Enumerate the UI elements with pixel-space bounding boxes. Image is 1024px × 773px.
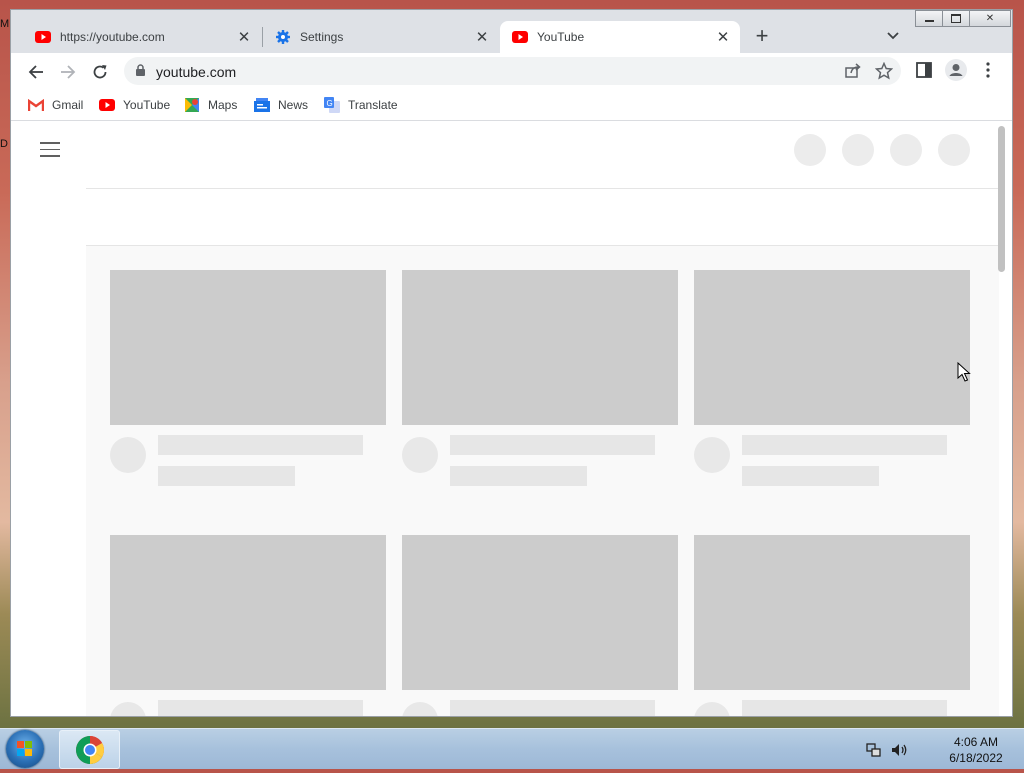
desktop-icon-label[interactable]: D <box>0 138 8 150</box>
video-thumbnail-placeholder <box>110 270 386 425</box>
youtube-icon <box>99 97 115 113</box>
browser-toolbar: youtube.com <box>11 53 1012 89</box>
bookmark-news[interactable]: News <box>254 97 308 113</box>
lock-icon[interactable] <box>135 64 146 82</box>
mouse-cursor-icon <box>957 361 971 387</box>
close-icon[interactable]: ✕ <box>235 28 253 46</box>
header-divider <box>86 188 999 189</box>
share-icon[interactable] <box>844 62 862 85</box>
bookmark-label: Maps <box>208 98 238 112</box>
title-placeholder <box>742 700 947 716</box>
window-controls: ✕ <box>915 10 1011 28</box>
bookmark-label: YouTube <box>123 98 171 112</box>
reload-button[interactable] <box>88 60 112 84</box>
channel-avatar-placeholder <box>110 437 146 473</box>
volume-icon[interactable] <box>891 742 909 763</box>
maximize-button[interactable] <box>942 10 970 27</box>
tab-title: https://youtube.com <box>60 30 165 44</box>
bookmark-translate[interactable]: G Translate <box>324 97 398 113</box>
bookmark-maps[interactable]: Maps <box>184 97 237 113</box>
maps-icon <box>184 97 200 113</box>
title-placeholder <box>450 700 655 716</box>
header-placeholder-circle <box>794 134 826 166</box>
hamburger-menu-icon[interactable] <box>40 142 60 157</box>
start-button[interactable] <box>6 730 44 768</box>
bookmark-gmail[interactable]: Gmail <box>28 97 83 113</box>
meta-placeholder <box>742 466 879 486</box>
channel-avatar-placeholder <box>402 437 438 473</box>
title-placeholder <box>742 435 947 455</box>
video-thumbnail-placeholder <box>694 270 970 425</box>
chevron-down-icon[interactable] <box>883 26 903 46</box>
bookmark-label: Translate <box>348 98 398 112</box>
close-icon[interactable]: ✕ <box>473 28 491 46</box>
close-icon[interactable]: ✕ <box>714 28 732 46</box>
bookmark-youtube[interactable]: YouTube <box>99 97 170 113</box>
star-icon[interactable] <box>874 61 894 85</box>
title-placeholder <box>450 435 655 455</box>
gmail-icon <box>28 97 44 113</box>
bookmark-label: Gmail <box>52 98 84 112</box>
translate-icon: G <box>324 97 340 113</box>
tab-settings[interactable]: Settings ✕ <box>263 21 499 53</box>
video-thumbnail-placeholder <box>402 535 678 690</box>
desktop-icon-label[interactable]: M <box>0 18 9 30</box>
menu-dots-icon[interactable] <box>983 62 993 83</box>
taskbar-chrome-button[interactable] <box>59 730 120 769</box>
chrome-icon <box>75 735 104 764</box>
youtube-icon <box>35 29 51 45</box>
reload-icon <box>93 65 107 79</box>
network-icon[interactable] <box>866 742 882 763</box>
arrow-left-icon <box>28 65 43 79</box>
clock-date: 6/18/2022 <box>949 751 1003 765</box>
address-bar[interactable]: youtube.com <box>124 57 901 85</box>
video-thumbnail-placeholder <box>402 270 678 425</box>
meta-placeholder <box>158 466 295 486</box>
tab-youtube[interactable]: YouTube ✕ <box>500 21 740 53</box>
url-text[interactable]: youtube.com <box>156 64 236 80</box>
header-placeholder-circle <box>890 134 922 166</box>
video-thumbnail-placeholder <box>110 535 386 690</box>
title-placeholder <box>158 700 363 716</box>
arrow-right-icon <box>61 65 76 79</box>
tab-title: YouTube <box>537 30 585 44</box>
meta-placeholder <box>450 466 587 486</box>
system-clock[interactable]: 4:06 AM 6/18/2022 <box>936 734 1016 766</box>
forward-button[interactable] <box>56 60 80 84</box>
video-thumbnail-placeholder <box>694 535 970 690</box>
taskbar: 4:06 AM 6/18/2022 <box>0 728 1024 769</box>
new-tab-button[interactable]: + <box>750 25 774 48</box>
clock-time: 4:06 AM <box>953 735 999 749</box>
back-button[interactable] <box>24 60 48 84</box>
window-close-button[interactable]: ✕ <box>969 10 1011 27</box>
news-icon <box>254 97 270 113</box>
minimize-button[interactable] <box>915 10 943 27</box>
title-placeholder <box>158 435 363 455</box>
gear-icon <box>275 29 291 45</box>
youtube-icon <box>512 29 528 45</box>
header-placeholder-circle <box>842 134 874 166</box>
side-panel-icon[interactable] <box>915 61 933 84</box>
page-content <box>11 121 1012 716</box>
profile-icon[interactable] <box>945 59 967 86</box>
tab-youtube-url[interactable]: https://youtube.com ✕ <box>23 21 261 53</box>
tab-strip: https://youtube.com ✕ Settings ✕ YouTube… <box>11 10 1012 53</box>
header-placeholder-circle <box>938 134 970 166</box>
windows-logo-icon <box>17 741 32 756</box>
channel-avatar-placeholder <box>694 437 730 473</box>
tab-title: Settings <box>300 30 344 44</box>
svg-text:G: G <box>327 99 333 108</box>
browser-window: https://youtube.com ✕ Settings ✕ YouTube… <box>11 10 1012 716</box>
bookmarks-bar: Gmail YouTube Maps News G Translate <box>11 89 1012 121</box>
scrollbar-thumb[interactable] <box>998 126 1005 272</box>
bookmark-label: News <box>278 98 309 112</box>
